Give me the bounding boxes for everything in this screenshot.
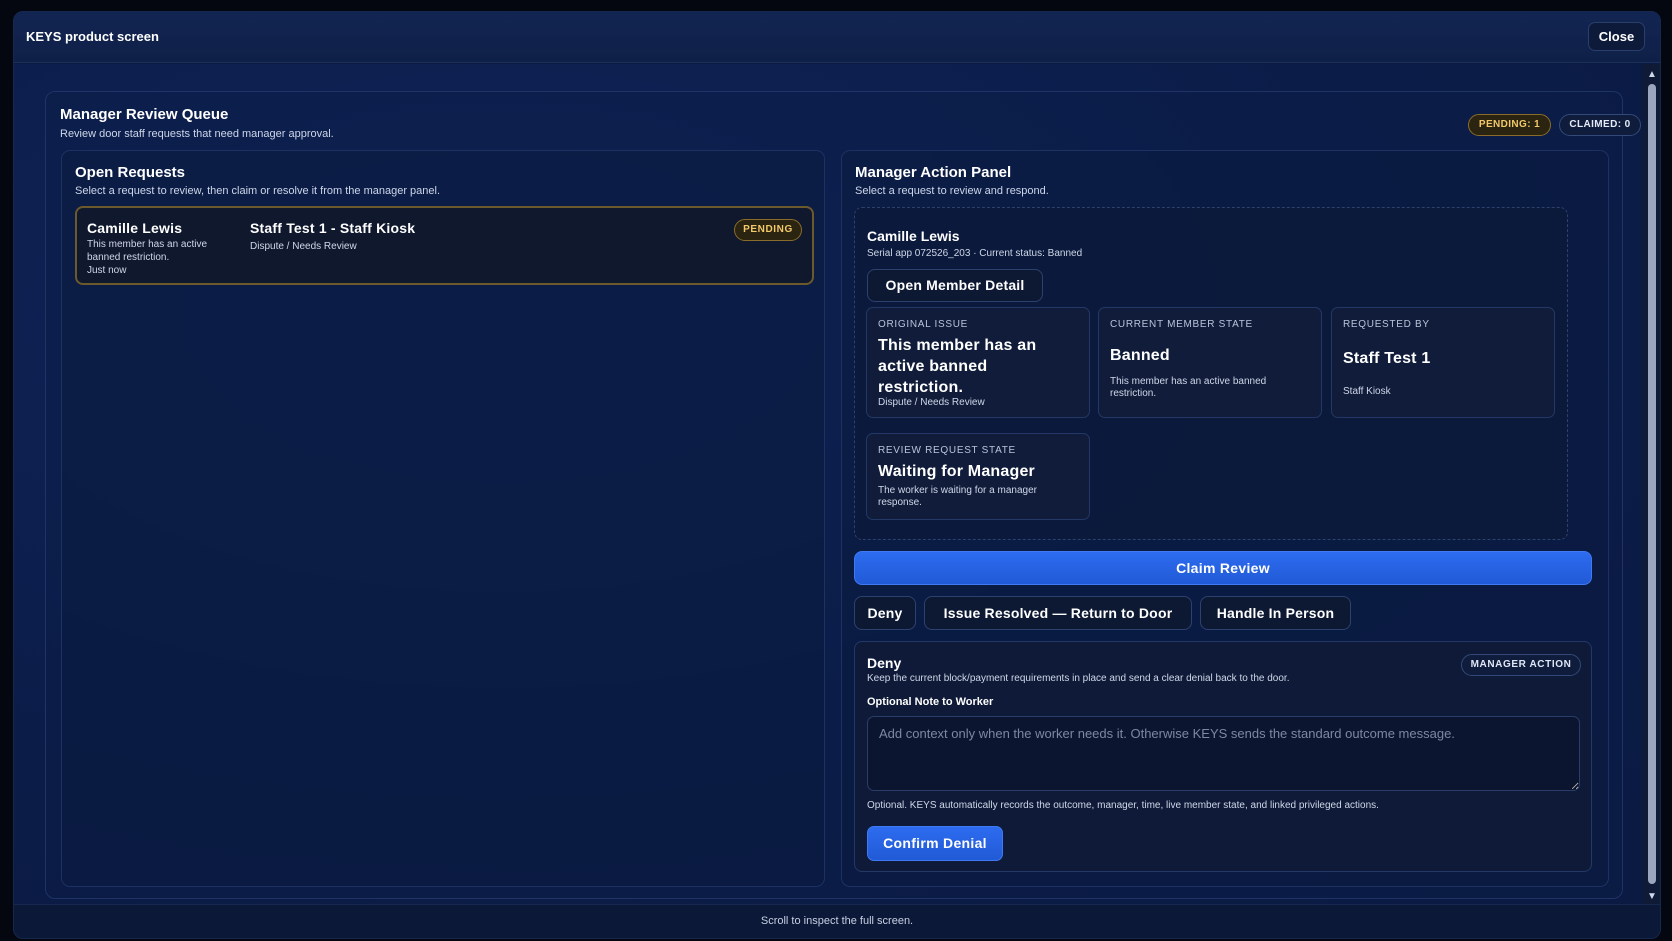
requested-by-note: Staff Kiosk [1343, 386, 1391, 397]
content-viewport: Manager Review Queue Review door staff r… [14, 64, 1641, 906]
action-panel-title: Manager Action Panel [855, 164, 1012, 181]
member-state-card: CURRENT MEMBER STATE Banned This member … [1098, 307, 1322, 418]
scroll-up-arrow-icon[interactable]: ▲ [1647, 70, 1657, 80]
request-status-badge: PENDING [734, 219, 802, 241]
note-label: Optional Note to Worker [867, 696, 994, 708]
original-issue-label: ORIGINAL ISSUE [878, 319, 969, 330]
review-state-note: The worker is waiting for a manager resp… [878, 485, 1037, 508]
action-panel-subtitle: Select a request to review and respond. [855, 185, 1049, 197]
original-issue-card: ORIGINAL ISSUE This member has an active… [866, 307, 1090, 418]
claimed-count-badge: CLAIMED: 0 [1559, 114, 1641, 136]
requested-by-value: Staff Test 1 [1343, 350, 1431, 367]
scroll-down-arrow-icon[interactable]: ▼ [1647, 892, 1657, 902]
queue-title: Manager Review Queue [60, 106, 229, 123]
manager-action-panel: Manager Action Panel Select a request to… [841, 150, 1609, 887]
window-title: KEYS product screen [26, 29, 159, 44]
vertical-scrollbar[interactable]: ▲ ▼ [1644, 64, 1660, 906]
close-button[interactable]: Close [1588, 22, 1645, 51]
deny-subtitle: Keep the current block/payment requireme… [867, 673, 1290, 684]
worker-note-input[interactable] [867, 716, 1580, 791]
handle-in-person-button[interactable]: Handle In Person [1200, 596, 1351, 630]
issue-resolved-button[interactable]: Issue Resolved — Return to Door [924, 596, 1192, 630]
review-state-label: REVIEW REQUEST STATE [878, 445, 1016, 456]
pending-count-badge: PENDING: 1 [1468, 114, 1551, 136]
open-requests-title: Open Requests [75, 164, 186, 181]
title-bar: KEYS product screen Close [14, 12, 1660, 63]
review-state-value: Waiting for Manager [878, 463, 1035, 480]
member-summary: Camille Lewis Serial app 072526_203 · Cu… [854, 207, 1568, 540]
request-card[interactable]: Camille Lewis This member has an active … [75, 206, 814, 285]
request-time: Just now [87, 265, 127, 276]
open-member-detail-button[interactable]: Open Member Detail [867, 269, 1043, 302]
requested-by-label: REQUESTED BY [1343, 319, 1430, 330]
scrollbar-thumb[interactable] [1648, 84, 1656, 884]
manager-review-queue: Manager Review Queue Review door staff r… [45, 91, 1641, 899]
deny-option-button[interactable]: Deny [854, 596, 916, 630]
request-member-name: Camille Lewis [87, 220, 183, 236]
requested-by-card: REQUESTED BY Staff Test 1 Staff Kiosk [1331, 307, 1555, 418]
queue-subtitle: Review door staff requests that need man… [60, 128, 334, 140]
member-state-label: CURRENT MEMBER STATE [1110, 319, 1253, 330]
footer-hint: Scroll to inspect the full screen. [14, 904, 1660, 938]
member-meta: Serial app 072526_203 · Current status: … [867, 248, 1083, 259]
request-type: Dispute / Needs Review [250, 241, 357, 252]
member-name: Camille Lewis [867, 228, 960, 244]
original-issue-note: Dispute / Needs Review [878, 397, 985, 408]
note-help-text: Optional. KEYS automatically records the… [867, 800, 1379, 811]
request-issue: This member has an active banned restric… [87, 239, 208, 263]
manager-action-badge: MANAGER ACTION [1461, 654, 1581, 676]
member-state-note: This member has an active banned restric… [1110, 376, 1267, 399]
open-requests-subtitle: Select a request to review, then claim o… [75, 185, 441, 197]
confirm-denial-button[interactable]: Confirm Denial [867, 826, 1003, 861]
deny-section: Deny Keep the current block/payment requ… [854, 641, 1592, 872]
member-state-value: Banned [1110, 347, 1170, 364]
request-staff: Staff Test 1 - Staff Kiosk [250, 220, 416, 236]
deny-title: Deny [867, 655, 902, 671]
claim-review-button[interactable]: Claim Review [854, 551, 1592, 585]
app-window: KEYS product screen Close Manager Review… [13, 11, 1661, 939]
review-state-card: REVIEW REQUEST STATE Waiting for Manager… [866, 433, 1090, 520]
open-requests-panel: Open Requests Select a request to review… [61, 150, 825, 887]
original-issue-value: This member has an active banned restric… [878, 337, 1037, 396]
